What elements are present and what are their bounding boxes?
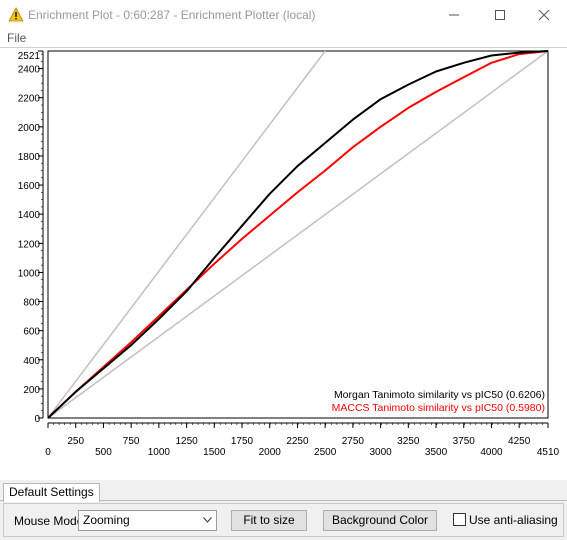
window-title: Enrichment Plot - 0:60:287 - Enrichment … — [28, 8, 316, 22]
y-axis-tick-label: 1200 — [18, 239, 41, 250]
y-axis-tick-label: 2400 — [18, 65, 41, 76]
y-axis-tick-label: 400 — [23, 356, 40, 367]
x-axis-tick-label: 1500 — [203, 447, 226, 458]
x-axis-tick-label: 250 — [67, 436, 84, 447]
minimize-icon — [449, 14, 459, 16]
mouse-mode-select[interactable]: Zooming — [78, 510, 217, 531]
y-axis-tick-label: 600 — [23, 327, 40, 338]
x-axis-tick-label: 4250 — [508, 436, 531, 447]
y-axis-tick-label: 2000 — [18, 123, 41, 134]
x-axis-tick-label: 1750 — [231, 436, 254, 447]
close-button[interactable] — [521, 0, 567, 30]
y-axis-tick-label: 200 — [23, 385, 40, 396]
y-axis-tick-label: 1600 — [18, 181, 41, 192]
x-axis-tick-label: 1000 — [148, 447, 171, 458]
y-axis-tick-label: 2200 — [18, 94, 41, 105]
x-axis-tick-label: 3000 — [369, 447, 392, 458]
warning-triangle-icon — [8, 7, 24, 22]
anti-aliasing-label: Use anti-aliasing — [469, 513, 558, 527]
background-color-button[interactable]: Background Color — [323, 510, 437, 531]
maximize-button[interactable] — [477, 0, 523, 30]
x-axis-tick-label: 1250 — [175, 436, 198, 447]
y-axis-tick-label: 800 — [23, 298, 40, 309]
legend-entry: MACCS Tanimoto similarity vs pIC50 (0.59… — [332, 402, 545, 414]
anti-aliasing-checkbox[interactable] — [453, 513, 466, 526]
maximize-icon — [495, 10, 505, 20]
x-axis-tick-label: 2250 — [286, 436, 309, 447]
x-axis-tick-label: 3500 — [425, 447, 448, 458]
legend-entry: Morgan Tanimoto similarity vs pIC50 (0.6… — [334, 389, 545, 401]
fit-to-size-button[interactable]: Fit to size — [231, 510, 307, 531]
y-axis-tick-label: 0 — [34, 414, 40, 425]
x-axis-tick-label: 2750 — [342, 436, 365, 447]
tab-default-settings[interactable]: Default Settings — [3, 483, 100, 502]
minimize-button[interactable] — [431, 0, 477, 30]
x-axis-tick-label: 500 — [95, 447, 112, 458]
title-bar: Enrichment Plot - 0:60:287 - Enrichment … — [0, 0, 567, 30]
tab-bar: Default Settings — [0, 481, 567, 502]
x-axis-tick-label: 2500 — [314, 447, 337, 458]
reference-line — [47, 50, 326, 419]
reference-line — [47, 50, 549, 419]
chevron-down-icon — [203, 517, 212, 523]
x-axis-tick-label: 2000 — [259, 447, 282, 458]
enrichment-chart[interactable]: 0250500750100012501500175020002250250027… — [0, 48, 567, 481]
y-axis-tick-label: 1800 — [18, 152, 41, 163]
x-axis-tick-label: 3750 — [453, 436, 476, 447]
x-axis-tick-label: 4510 — [537, 447, 560, 458]
y-axis-tick-label: 1000 — [18, 268, 41, 279]
menu-bar: File — [0, 30, 567, 47]
x-axis-tick-label: 4000 — [480, 447, 503, 458]
x-axis-tick-label: 3250 — [397, 436, 420, 447]
y-axis-tick-label: 1400 — [18, 210, 41, 221]
x-axis-tick-label: 750 — [123, 436, 140, 447]
plot-area[interactable]: 0 250 500 750 1000 1250 1500 1750 2000 2250 2500 27… — [0, 47, 567, 480]
x-axis-tick-label: 0 — [45, 447, 51, 458]
mouse-mode-value: Zooming — [83, 513, 130, 527]
y-axis-tick-label: 2521 — [18, 51, 41, 62]
settings-panel: Mouse Mode Zooming Fit to size Backgroun… — [3, 503, 564, 537]
menu-file[interactable]: File — [7, 31, 26, 45]
mouse-mode-label: Mouse Mode — [14, 514, 84, 528]
close-icon — [538, 9, 550, 21]
